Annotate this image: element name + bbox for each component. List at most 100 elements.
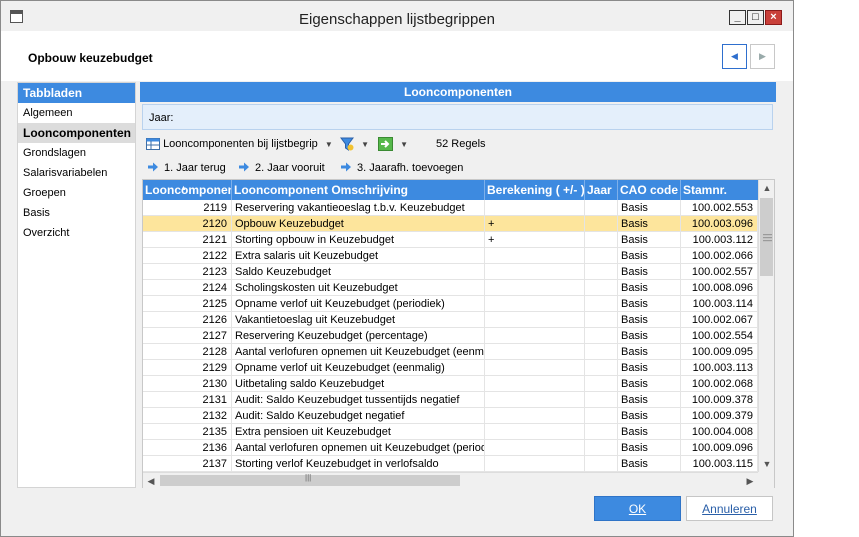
cell-berekening bbox=[485, 424, 585, 440]
cell-omschrijving: Extra salaris uit Keuzebudget bbox=[232, 248, 485, 264]
table-row[interactable]: 2130 Uitbetaling saldo Keuzebudget Basis 10… bbox=[143, 376, 758, 392]
jaar-filter[interactable]: Jaar: bbox=[142, 104, 773, 130]
tab-sidebar: Tabbladen Algemeen Looncomponenten Grond… bbox=[17, 82, 136, 488]
previous-record-button[interactable]: ◀ bbox=[722, 44, 747, 69]
cell-berekening bbox=[485, 312, 585, 328]
jaarafh-toevoegen-action[interactable]: 3. Jaarafh. toevoegen bbox=[341, 158, 463, 178]
cell-jaar bbox=[585, 296, 618, 312]
cell-omschrijving: Opname verlof uit Keuzebudget (periodiek… bbox=[232, 296, 485, 312]
cell-omschrijving: Saldo Keuzebudget bbox=[232, 264, 485, 280]
vertical-scroll-thumb[interactable]: ― ― ― bbox=[760, 198, 773, 276]
cell-omschrijving: Audit: Saldo Keuzebudget tussentijds neg… bbox=[232, 392, 485, 408]
filter-dropdown-button[interactable]: ▼ bbox=[340, 134, 369, 154]
cell-berekening bbox=[485, 280, 585, 296]
cell-jaar bbox=[585, 456, 618, 472]
cell-looncomponent: 2135 bbox=[143, 424, 232, 440]
column-header-jaar[interactable]: Jaar bbox=[585, 180, 618, 200]
export-dropdown-button[interactable]: ▼ bbox=[378, 134, 408, 154]
chevron-right-icon: ▶ bbox=[759, 51, 766, 61]
column-header-stamnr[interactable]: Stamnr. bbox=[681, 180, 758, 200]
cell-omschrijving: Audit: Saldo Keuzebudget negatief bbox=[232, 408, 485, 424]
ok-button-label: OK bbox=[628, 502, 647, 516]
sidebar-item-groepen[interactable]: Groepen bbox=[18, 183, 135, 203]
column-header-omschrijving[interactable]: Looncomponent Omschrijving bbox=[232, 180, 485, 200]
cell-cao-code: Basis bbox=[618, 216, 681, 232]
scroll-down-icon[interactable]: ▼ bbox=[759, 456, 775, 472]
column-header-looncomponent[interactable]: ▲ Looncomponent bbox=[143, 180, 232, 200]
sidebar-item-salarisvariabelen[interactable]: Salarisvariabelen bbox=[18, 163, 135, 183]
cell-cao-code: Basis bbox=[618, 232, 681, 248]
cell-stamnr: 100.009.379 bbox=[681, 408, 758, 424]
table-row[interactable]: 2128 Aantal verlofuren opnemen uit Keuzeb… bbox=[143, 344, 758, 360]
sidebar-item-algemeen[interactable]: Algemeen bbox=[18, 103, 135, 123]
scroll-up-icon[interactable]: ▲ bbox=[759, 180, 775, 196]
table-row[interactable]: 2132 Audit: Saldo Keuzebudget negatief Bas… bbox=[143, 408, 758, 424]
sidebar-item-overzicht[interactable]: Overzicht bbox=[18, 223, 135, 243]
cell-stamnr: 100.009.096 bbox=[681, 440, 758, 456]
cell-berekening bbox=[485, 360, 585, 376]
close-button[interactable]: × bbox=[765, 10, 782, 25]
jaar-terug-action[interactable]: 1. Jaar terug bbox=[148, 158, 226, 178]
table-row[interactable]: 2123 Saldo Keuzebudget Basis 100.002.557 bbox=[143, 264, 758, 280]
cell-looncomponent: 2119 bbox=[143, 200, 232, 216]
column-header-cao-code[interactable]: CAO code bbox=[618, 180, 681, 200]
scroll-left-icon[interactable]: ◀ bbox=[143, 473, 159, 489]
panel-title: Looncomponenten bbox=[140, 82, 776, 102]
cell-stamnr: 100.004.008 bbox=[681, 424, 758, 440]
cell-cao-code: Basis bbox=[618, 200, 681, 216]
cell-jaar bbox=[585, 264, 618, 280]
table-row[interactable]: 2124 Scholingskosten uit Keuzebudget Basis… bbox=[143, 280, 758, 296]
table-row[interactable]: 2135 Extra pensioen uit Keuzebudget Basis 1… bbox=[143, 424, 758, 440]
cell-jaar bbox=[585, 392, 618, 408]
sidebar-item-basis[interactable]: Basis bbox=[18, 203, 135, 223]
cancel-button-label: Annuleren bbox=[702, 502, 757, 516]
cancel-button[interactable]: Annuleren bbox=[686, 496, 773, 521]
table-row[interactable]: 2122 Extra salaris uit Keuzebudget Basis 10… bbox=[143, 248, 758, 264]
maximize-button[interactable]: □ bbox=[747, 10, 764, 25]
scroll-right-icon[interactable]: ▶ bbox=[742, 473, 758, 489]
table-row[interactable]: 2126 Vakantietoeslag uit Keuzebudget Basis… bbox=[143, 312, 758, 328]
cell-jaar bbox=[585, 344, 618, 360]
cell-omschrijving: Reservering vakantieoeslag t.b.v. Keuzeb… bbox=[232, 200, 485, 216]
cell-berekening bbox=[485, 296, 585, 312]
sort-ascending-icon: ▲ bbox=[180, 185, 187, 192]
minimize-button[interactable]: _ bbox=[729, 10, 746, 25]
table-row[interactable]: 2127 Reservering Keuzebudget (percentage)… bbox=[143, 328, 758, 344]
header: Opbouw keuzebudget bbox=[1, 31, 793, 81]
table-row[interactable]: 2125 Opname verlof uit Keuzebudget (perio… bbox=[143, 296, 758, 312]
cell-jaar bbox=[585, 360, 618, 376]
jaar-vooruit-action[interactable]: 2. Jaar vooruit bbox=[239, 158, 325, 178]
sidebar-item-grondslagen[interactable]: Grondslagen bbox=[18, 143, 135, 163]
table-row[interactable]: 2136 Aantal verlofuren opnemen uit Keuzeb… bbox=[143, 440, 758, 456]
table-row[interactable]: 2137 Storting verlof Keuzebudget in verlo… bbox=[143, 456, 758, 472]
table-row[interactable]: 2131 Audit: Saldo Keuzebudget tussentijds… bbox=[143, 392, 758, 408]
ok-button[interactable]: OK bbox=[594, 496, 681, 521]
looncomponenten-dropdown-button[interactable]: Looncomponenten bij lijstbegrip ▼ bbox=[146, 134, 333, 154]
cell-cao-code: Basis bbox=[618, 248, 681, 264]
jaar-label: Jaar: bbox=[149, 112, 174, 124]
cell-cao-code: Basis bbox=[618, 360, 681, 376]
horizontal-scrollbar[interactable]: ◀ ||| ▶ bbox=[143, 472, 758, 488]
table-row[interactable]: 2121 Storting opbouw in Keuzebudget + Basis… bbox=[143, 232, 758, 248]
cell-jaar bbox=[585, 248, 618, 264]
cell-cao-code: Basis bbox=[618, 280, 681, 296]
cell-berekening bbox=[485, 248, 585, 264]
next-record-button[interactable]: ▶ bbox=[750, 44, 775, 69]
arrow-right-icon bbox=[148, 162, 158, 172]
cell-cao-code: Basis bbox=[618, 408, 681, 424]
table-row[interactable]: 2119 Reservering vakantieoeslag t.b.v. Ke… bbox=[143, 200, 758, 216]
jaarafh-toevoegen-label: 3. Jaarafh. toevoegen bbox=[357, 162, 464, 174]
cell-omschrijving: Opbouw Keuzebudget bbox=[232, 216, 485, 232]
table-row[interactable]: 2129 Opname verlof uit Keuzebudget (eenma… bbox=[143, 360, 758, 376]
table-row[interactable]: 2120 Opbouw Keuzebudget + Basis 100.003.096 bbox=[143, 216, 758, 232]
sidebar-item-looncomponenten[interactable]: Looncomponenten bbox=[18, 123, 135, 143]
column-header-berekening[interactable]: Berekening ( +/- ) bbox=[485, 180, 585, 200]
cell-omschrijving: Scholingskosten uit Keuzebudget bbox=[232, 280, 485, 296]
cell-omschrijving: Storting opbouw in Keuzebudget bbox=[232, 232, 485, 248]
window-title: Eigenschappen lijstbegrippen bbox=[299, 11, 495, 28]
vertical-scrollbar[interactable]: ▲ ― ― ― ▼ bbox=[758, 180, 774, 472]
horizontal-scroll-thumb[interactable]: ||| bbox=[160, 473, 460, 486]
cell-stamnr: 100.002.067 bbox=[681, 312, 758, 328]
cell-stamnr: 100.003.115 bbox=[681, 456, 758, 472]
filter-icon bbox=[340, 137, 354, 152]
